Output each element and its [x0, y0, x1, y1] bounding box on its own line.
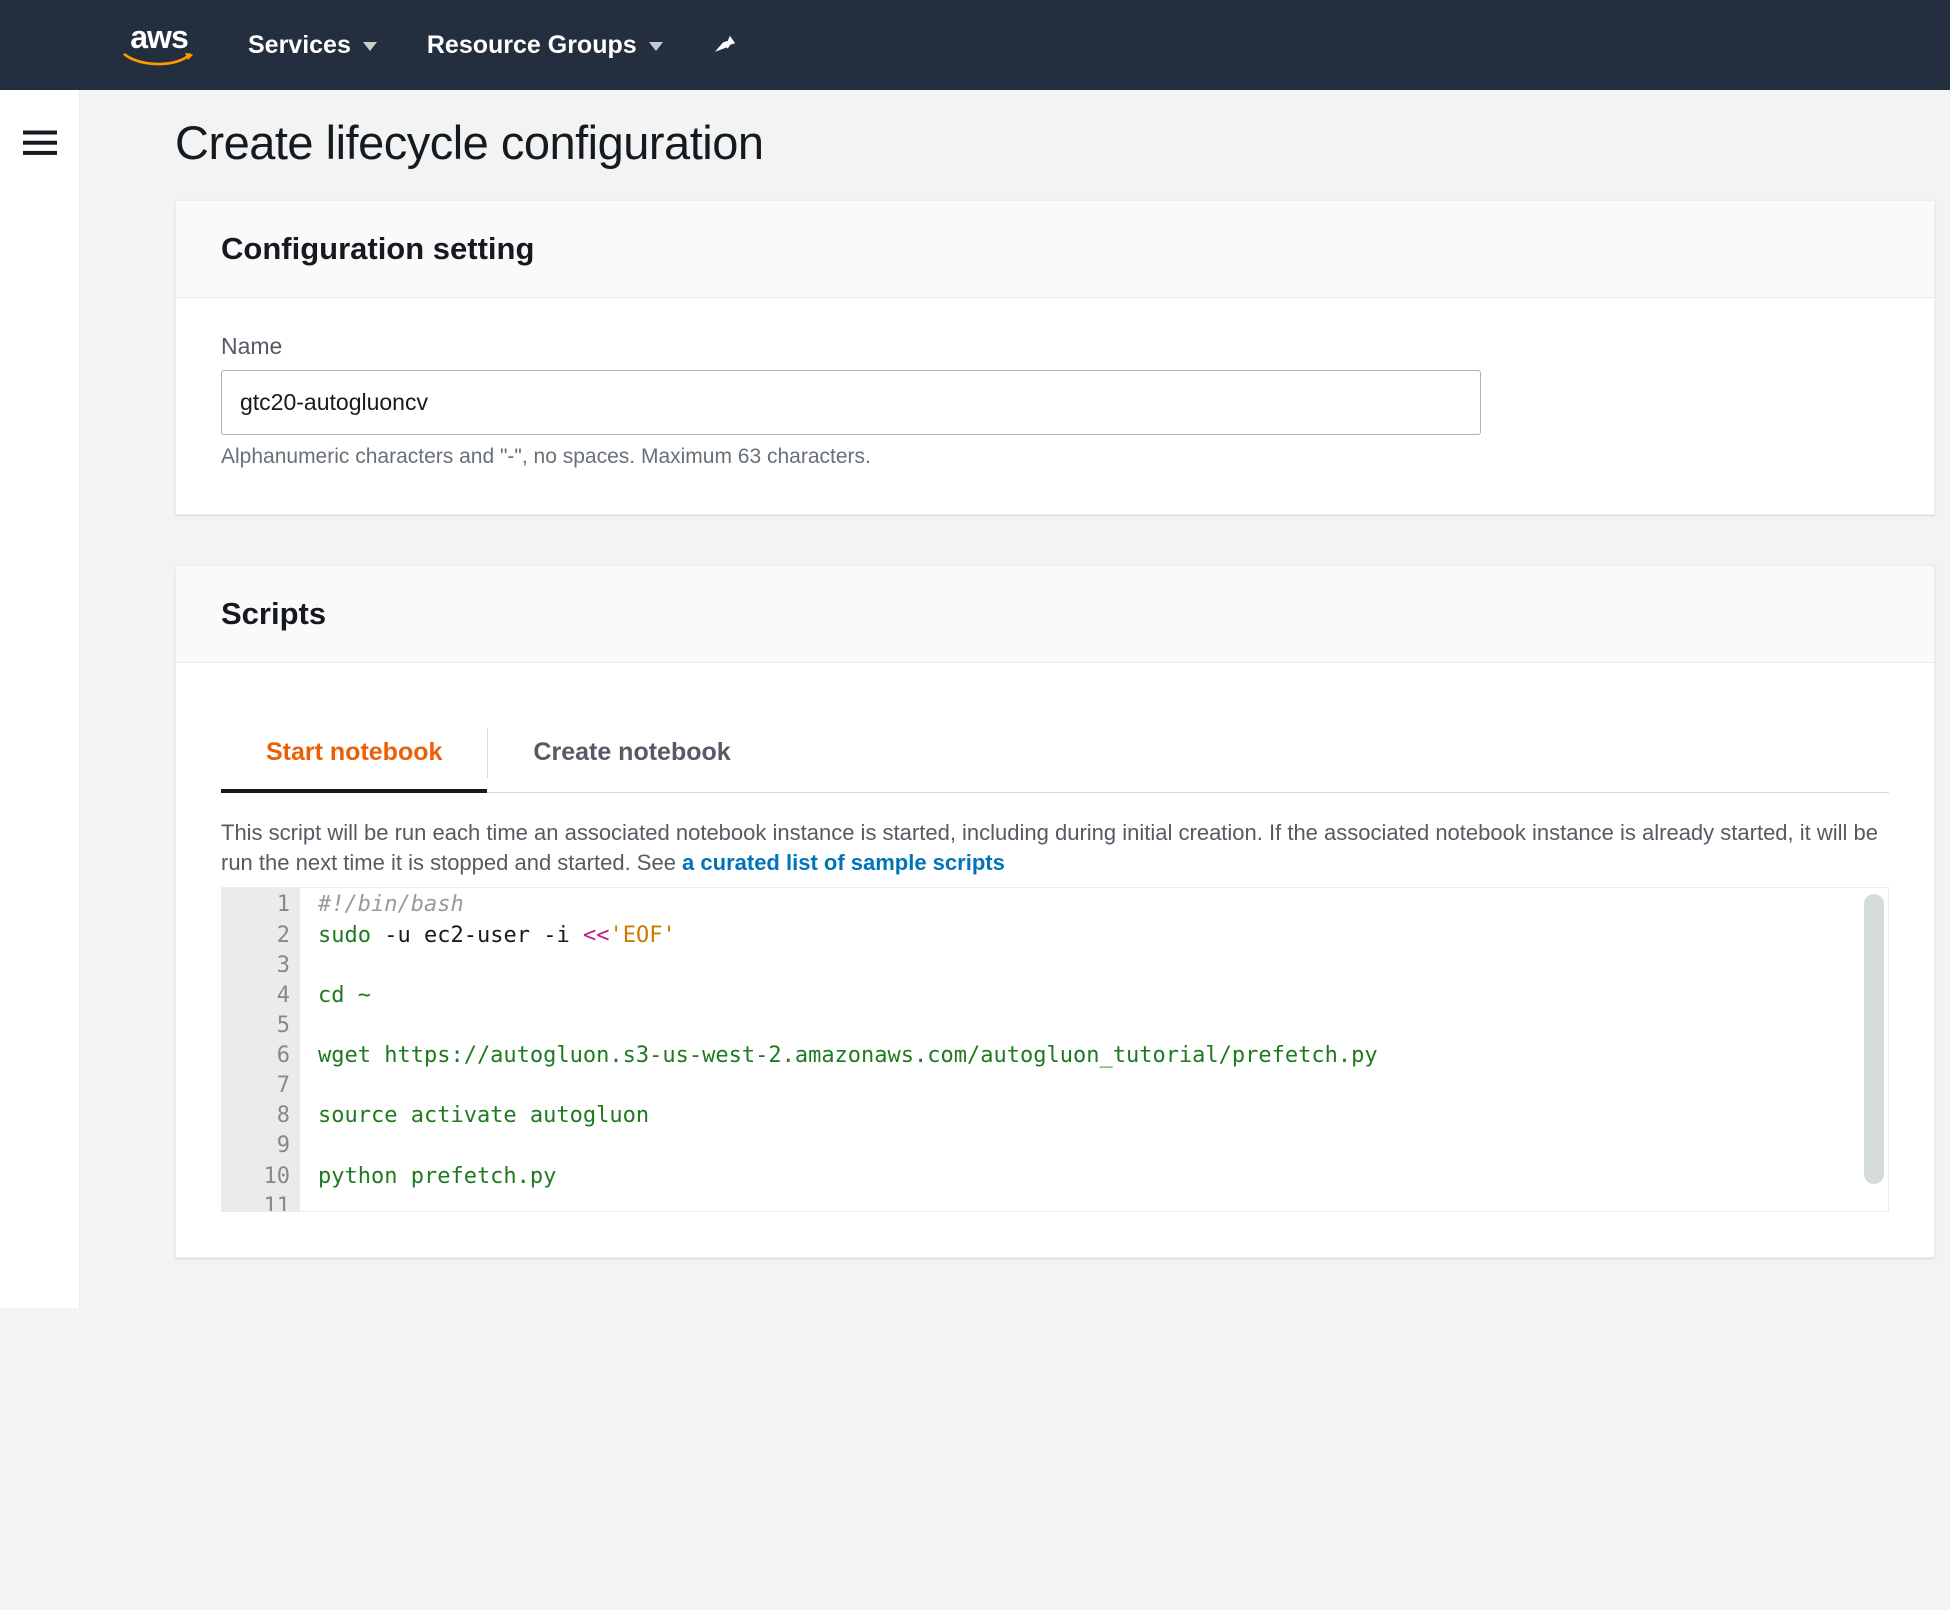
- nav-services-label: Services: [248, 31, 351, 60]
- code-editor[interactable]: 123456789101112131415 #!/bin/bashsudo -u…: [221, 887, 1889, 1212]
- scripts-header: Scripts: [176, 566, 1934, 663]
- page-title: Create lifecycle configuration: [175, 115, 1950, 170]
- config-setting-heading: Configuration setting: [221, 231, 1889, 267]
- hamburger-icon: [23, 130, 57, 156]
- editor-scrollbar[interactable]: [1864, 894, 1884, 1184]
- scripts-body: Start notebook Create notebook This scri…: [176, 663, 1934, 1257]
- scripts-tabs: Start notebook Create notebook: [221, 713, 1889, 793]
- name-input[interactable]: [221, 370, 1481, 435]
- tab-create-notebook-label: Create notebook: [533, 738, 730, 766]
- tab-start-notebook[interactable]: Start notebook: [221, 713, 487, 792]
- main-content: Create lifecycle configuration Configura…: [80, 90, 1950, 1308]
- config-setting-header: Configuration setting: [176, 201, 1934, 298]
- code-gutter: 123456789101112131415: [222, 888, 300, 1211]
- nav-services[interactable]: Services: [248, 31, 377, 60]
- scripts-heading: Scripts: [221, 596, 1889, 632]
- script-description-text: This script will be run each time an ass…: [221, 820, 1878, 875]
- pin-icon: [713, 32, 739, 58]
- name-label: Name: [221, 333, 1889, 360]
- aws-smile-icon: [120, 51, 198, 69]
- script-description: This script will be run each time an ass…: [221, 818, 1889, 877]
- sidebar-toggle[interactable]: [0, 90, 80, 1308]
- aws-logo[interactable]: aws: [120, 21, 198, 69]
- aws-logo-text: aws: [130, 21, 187, 53]
- page-shell: Create lifecycle configuration Configura…: [0, 90, 1950, 1308]
- top-nav: aws Services Resource Groups: [0, 0, 1950, 90]
- chevron-down-icon: [363, 42, 377, 51]
- tab-create-notebook[interactable]: Create notebook: [488, 713, 775, 792]
- pin-button[interactable]: [713, 32, 739, 58]
- nav-resource-groups-label: Resource Groups: [427, 31, 637, 60]
- code-area[interactable]: #!/bin/bashsudo -u ec2-user -i <<'EOF' c…: [300, 888, 1888, 1211]
- chevron-down-icon: [649, 42, 663, 51]
- config-setting-body: Name Alphanumeric characters and "-", no…: [176, 298, 1934, 514]
- config-setting-card: Configuration setting Name Alphanumeric …: [175, 200, 1935, 515]
- scripts-card: Scripts Start notebook Create notebook T…: [175, 565, 1935, 1258]
- tab-start-notebook-label: Start notebook: [266, 738, 442, 766]
- name-hint: Alphanumeric characters and "-", no spac…: [221, 445, 1889, 469]
- sample-scripts-link[interactable]: a curated list of sample scripts: [682, 850, 1005, 875]
- nav-resource-groups[interactable]: Resource Groups: [427, 31, 663, 60]
